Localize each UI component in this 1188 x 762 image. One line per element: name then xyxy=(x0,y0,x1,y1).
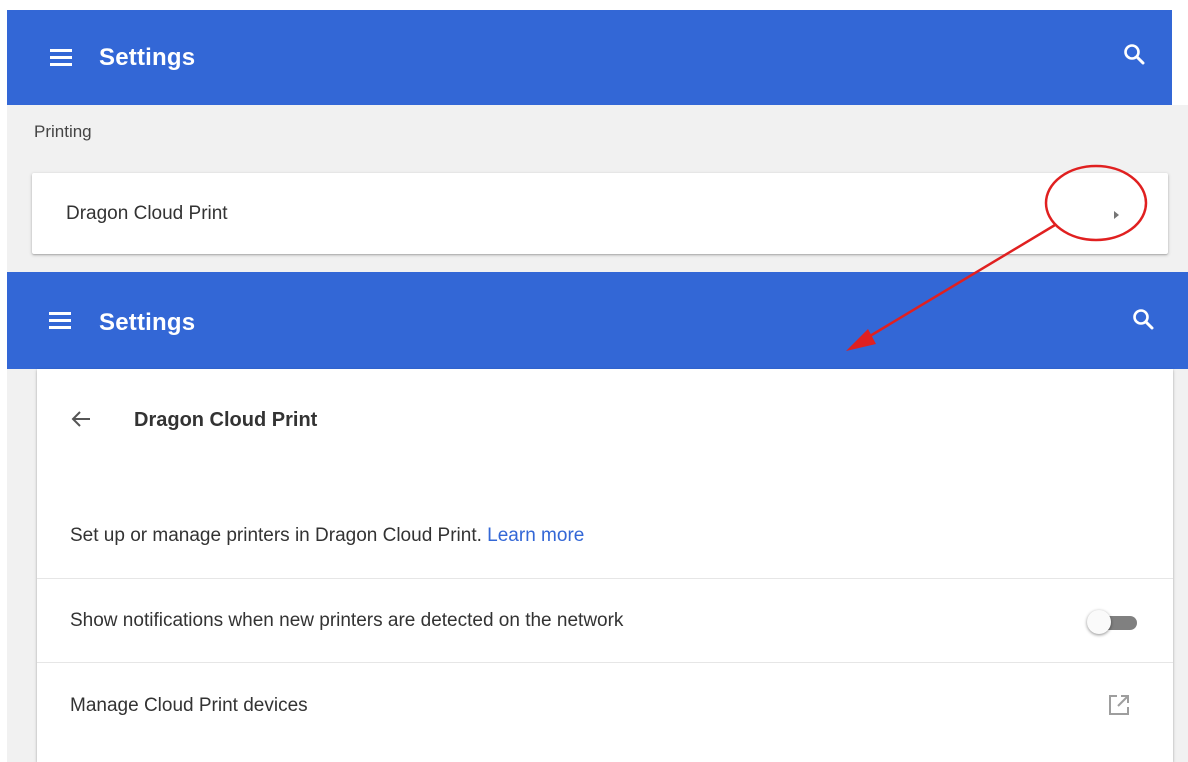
divider xyxy=(37,662,1173,663)
bottom-settings-toolbar: Settings xyxy=(7,272,1188,369)
row-label: Dragon Cloud Print xyxy=(66,203,228,224)
divider xyxy=(37,578,1173,579)
toolbar-title: Settings xyxy=(99,309,196,336)
manage-devices-label[interactable]: Manage Cloud Print devices xyxy=(70,695,308,717)
hamburger-menu-icon[interactable] xyxy=(49,312,71,330)
description-row: Set up or manage printers in Dragon Clou… xyxy=(70,525,584,547)
open-in-new-icon[interactable] xyxy=(1107,693,1131,717)
learn-more-link[interactable]: Learn more xyxy=(487,525,584,546)
hamburger-menu-icon[interactable] xyxy=(50,49,72,67)
dragon-cloud-print-row[interactable]: Dragon Cloud Print xyxy=(32,173,1168,254)
description-text: Set up or manage printers in Dragon Clou… xyxy=(70,525,482,546)
subpage-title: Dragon Cloud Print xyxy=(134,409,318,431)
notifications-toggle[interactable] xyxy=(1083,610,1141,634)
section-title-printing: Printing xyxy=(34,122,92,141)
arrow-right-icon[interactable] xyxy=(1112,208,1122,220)
toolbar-title: Settings xyxy=(99,44,196,71)
search-icon[interactable] xyxy=(1131,307,1157,333)
back-arrow-icon[interactable] xyxy=(70,409,92,429)
top-settings-toolbar: Settings xyxy=(7,10,1172,105)
notifications-label: Show notifications when new printers are… xyxy=(70,610,624,631)
toggle-knob xyxy=(1087,610,1111,634)
search-icon[interactable] xyxy=(1122,42,1148,68)
dragon-cloud-print-subpage: Dragon Cloud Print Set up or manage prin… xyxy=(37,369,1173,762)
